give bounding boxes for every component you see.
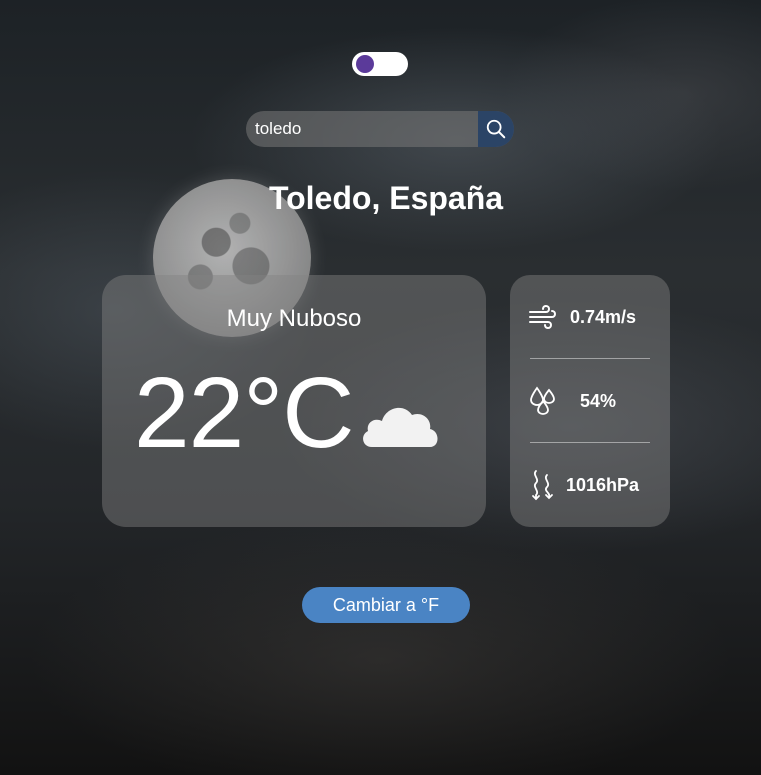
pressure-value: 1016hPa bbox=[566, 474, 640, 495]
wind-icon bbox=[529, 304, 556, 330]
theme-toggle[interactable] bbox=[352, 52, 408, 76]
toggle-knob bbox=[356, 55, 374, 73]
city-title: Toledo, España bbox=[268, 180, 504, 216]
humidity-stat: 54% bbox=[510, 359, 670, 443]
humidity-value: 54% bbox=[580, 390, 617, 411]
stats-card: 0.74m/s 54% 1016hPa bbox=[510, 275, 670, 527]
search-icon bbox=[486, 119, 506, 139]
humidity-icon bbox=[530, 386, 555, 415]
pressure-icon bbox=[532, 470, 553, 501]
wind-stat: 0.74m/s bbox=[510, 275, 670, 359]
search-input[interactable] bbox=[246, 111, 478, 147]
change-unit-button[interactable]: Cambiar a °F bbox=[302, 587, 470, 623]
wind-value: 0.74m/s bbox=[570, 306, 637, 327]
search-bar bbox=[246, 111, 514, 147]
pressure-stat: 1016hPa bbox=[510, 443, 670, 527]
cloud-icon bbox=[363, 407, 438, 447]
weather-card: Muy Nuboso 22°C bbox=[102, 275, 486, 527]
temperature: 22°C bbox=[134, 357, 354, 469]
search-button[interactable] bbox=[478, 111, 514, 147]
weather-condition: Muy Nuboso bbox=[226, 305, 362, 332]
